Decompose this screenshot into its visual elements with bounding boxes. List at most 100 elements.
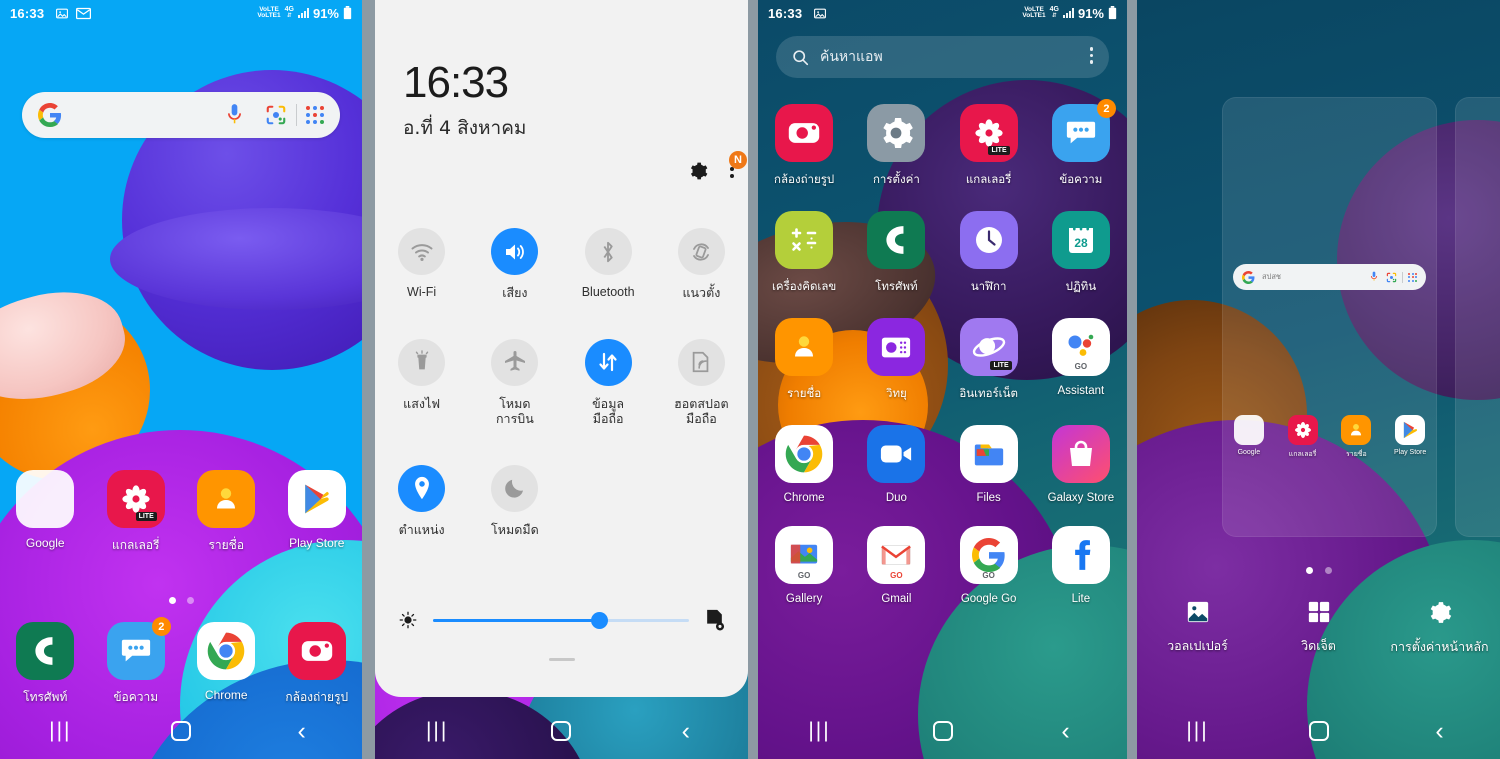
home-button[interactable]	[1258, 721, 1379, 741]
messages-icon[interactable]: 2	[106, 617, 171, 680]
toggle-wifi[interactable]: Wi-Fi	[375, 228, 468, 301]
back-button[interactable]: ‹	[624, 718, 748, 744]
camera-icon[interactable]	[287, 622, 346, 680]
camera-icon[interactable]	[775, 104, 834, 162]
galaxy-store-icon[interactable]	[1051, 425, 1110, 483]
mini-google-search-widget[interactable]: สปสช	[1233, 264, 1426, 290]
edit-tool-wallpaper[interactable]: วอลเปเปอร์	[1137, 600, 1258, 657]
back-button[interactable]: ‹	[1379, 718, 1500, 744]
drawer-app-internet[interactable]: LITE อินเทอร์เน็ต	[943, 318, 1035, 403]
drawer-app-messages[interactable]: 2 ข้อความ	[1035, 99, 1127, 189]
chrome-icon[interactable]	[197, 622, 256, 680]
toggle-location[interactable]: ตำแหน่ง	[375, 464, 468, 538]
home-app-google-folder[interactable]: Google	[0, 470, 91, 555]
brightness-slider[interactable]	[433, 611, 689, 629]
back-button[interactable]: ‹	[1004, 718, 1127, 744]
dark-mode-icon[interactable]	[491, 464, 539, 512]
app-grid-icon[interactable]	[1408, 272, 1417, 282]
gallery-lite-icon[interactable]	[1287, 415, 1318, 445]
home-button[interactable]	[499, 721, 623, 741]
home-app-play-store[interactable]: Play Store	[272, 470, 363, 555]
bluetooth-icon[interactable]	[584, 228, 632, 275]
calculator-icon[interactable]	[775, 211, 834, 269]
duo-icon[interactable]	[867, 425, 926, 483]
edit-tool-home-settings[interactable]: การตั้งค่าหน้าหลัก	[1379, 600, 1500, 657]
toggle-flashlight[interactable]: แสงไฟ	[375, 338, 468, 427]
flashlight-icon[interactable]	[398, 338, 446, 386]
google-folder-icon[interactable]	[16, 470, 75, 528]
app-drawer-search-input[interactable]: ค้นหาแอพ	[776, 36, 1109, 78]
clock-icon[interactable]	[959, 211, 1018, 269]
google-assistant-go-icon[interactable]: GO	[1051, 318, 1110, 376]
toggle-airplane[interactable]: โหมด การบิน	[468, 338, 561, 427]
home-button[interactable]	[121, 721, 242, 741]
internet-lite-icon[interactable]: LITE	[959, 318, 1018, 376]
back-button[interactable]: ‹	[241, 718, 362, 744]
drawer-app-files[interactable]: Files	[943, 425, 1035, 504]
drawer-app-camera[interactable]: กล้องถ่ายรูป	[758, 104, 850, 189]
airplane-icon[interactable]	[491, 338, 539, 386]
drawer-app-gallery-go[interactable]: GO Gallery	[758, 526, 850, 605]
hotspot-icon[interactable]	[677, 338, 725, 386]
microphone-icon[interactable]	[1370, 271, 1378, 283]
home-app-messages[interactable]: 2 ข้อความ	[91, 617, 182, 707]
drawer-app-phone[interactable]: โทรศัพท์	[850, 211, 942, 296]
drawer-app-calculator[interactable]: เครื่องคิดเลข	[758, 211, 850, 296]
gmail-go-icon[interactable]: GO	[867, 526, 926, 584]
home-page-preview-current[interactable]: สปสช	[1222, 97, 1437, 537]
home-app-chrome[interactable]: Chrome	[181, 622, 272, 707]
drawer-app-galaxy-store[interactable]: Galaxy Store	[1035, 425, 1127, 504]
drawer-app-calendar[interactable]: 28 ปฏิทิน	[1035, 211, 1127, 296]
home-button[interactable]	[881, 721, 1004, 741]
play-store-icon[interactable]	[1395, 415, 1426, 445]
recents-button[interactable]: |||	[375, 719, 499, 743]
radio-icon[interactable]	[867, 318, 926, 376]
edit-app-google-folder[interactable]: Google	[1222, 415, 1276, 460]
drawer-app-google-go[interactable]: GO Google Go	[943, 526, 1035, 605]
phone-icon[interactable]	[16, 622, 75, 680]
edit-tool-widgets[interactable]: วิดเจ็ต	[1258, 600, 1379, 657]
toggle-bluetooth[interactable]: Bluetooth	[562, 228, 655, 301]
toggle-sound[interactable]: เสียง	[468, 228, 561, 301]
settings-gear-icon[interactable]	[867, 104, 926, 162]
kebab-menu-icon[interactable]	[1089, 47, 1093, 66]
drawer-app-settings[interactable]: การตั้งค่า	[850, 104, 942, 189]
edit-app-contacts[interactable]: รายชื่อ	[1330, 415, 1384, 460]
drawer-app-duo[interactable]: Duo	[850, 425, 942, 504]
location-icon[interactable]	[398, 464, 446, 512]
drawer-app-chrome[interactable]: Chrome	[758, 425, 850, 504]
edit-app-play-store[interactable]: Play Store	[1383, 415, 1437, 460]
phone-icon[interactable]	[867, 211, 926, 269]
drawer-app-gmail-go[interactable]: GO Gmail	[850, 526, 942, 605]
drawer-app-clock[interactable]: นาฬิกา	[943, 211, 1035, 296]
gallery-go-icon[interactable]: GO	[775, 526, 834, 584]
home-app-camera[interactable]: กล้องถ่ายรูป	[272, 622, 363, 707]
microphone-icon[interactable]	[226, 103, 243, 128]
sound-icon[interactable]	[491, 228, 539, 275]
panel-drag-handle[interactable]	[548, 658, 575, 661]
rotate-icon[interactable]	[677, 228, 725, 275]
toggle-dark-mode[interactable]: โหมดมืด	[468, 464, 561, 538]
google-go-icon[interactable]: GO	[959, 526, 1018, 584]
home-app-gallery[interactable]: LITE แกลเลอรี่	[91, 470, 182, 555]
mobile-data-icon[interactable]	[584, 338, 632, 386]
gallery-lite-icon[interactable]: LITE	[106, 470, 165, 528]
drawer-app-gallery-lite[interactable]: LITE แกลเลอรี่	[943, 104, 1035, 189]
contacts-icon[interactable]	[1341, 415, 1372, 445]
drawer-app-radio[interactable]: วิทยุ	[850, 318, 942, 403]
toggle-rotate[interactable]: แนวตั้ง	[655, 228, 748, 301]
recents-button[interactable]: |||	[0, 719, 121, 743]
page-indicator-edit[interactable]	[1137, 567, 1500, 574]
google-lens-icon[interactable]	[265, 104, 287, 126]
drawer-app-assistant[interactable]: GO Assistant	[1035, 318, 1127, 403]
toggle-mobile-data[interactable]: ข้อมูล มือถือ	[562, 338, 655, 427]
google-search-widget[interactable]	[22, 92, 340, 138]
home-page-preview-next[interactable]	[1455, 97, 1500, 537]
gear-icon[interactable]	[688, 161, 708, 181]
app-grid-icon[interactable]	[306, 106, 324, 124]
files-go-icon[interactable]	[959, 425, 1018, 483]
home-app-contacts[interactable]: รายชื่อ	[181, 470, 272, 555]
google-lens-icon[interactable]	[1386, 272, 1397, 283]
messages-icon[interactable]: 2	[1051, 99, 1116, 162]
edit-app-gallery[interactable]: แกลเลอรี่	[1276, 415, 1330, 460]
